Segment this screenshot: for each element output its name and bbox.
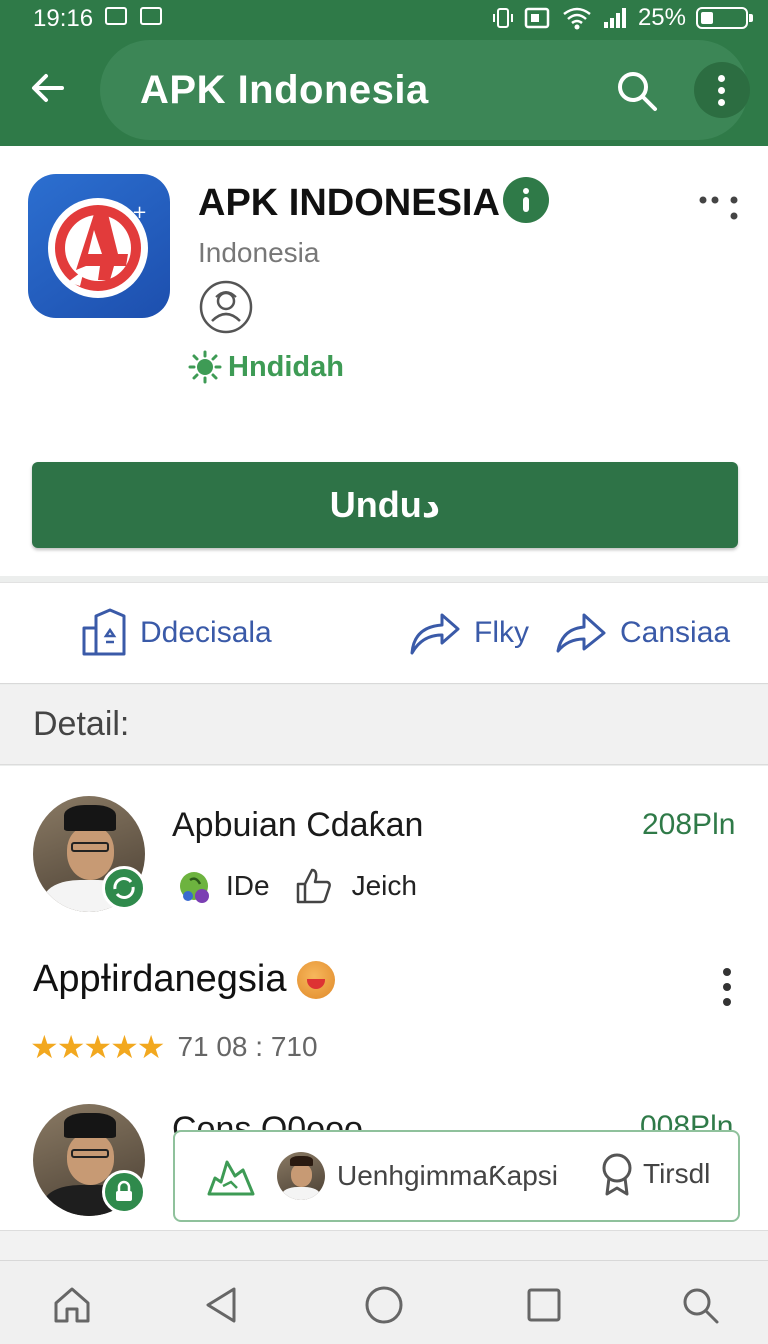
status-label: Hndidah xyxy=(228,350,344,383)
floating-chip[interactable]: UenhgimmaƘapsi Tirsdl xyxy=(173,1130,740,1222)
bottom-divider xyxy=(0,1230,768,1260)
app-header-card: + APK INDONESIA Indonesia Hndidah Unduد xyxy=(0,146,768,576)
more-vert-icon[interactable] xyxy=(694,62,750,118)
person-badge-icon xyxy=(199,280,253,334)
recents-icon[interactable] xyxy=(522,1283,566,1327)
app-name: APK INDONESIA xyxy=(198,182,500,224)
message-icon xyxy=(105,7,127,25)
tag-icon xyxy=(180,872,209,903)
item-tag: IDe xyxy=(226,870,270,901)
search-icon[interactable] xyxy=(678,1283,722,1327)
download-button[interactable]: Unduد xyxy=(32,462,738,548)
share-curve-icon xyxy=(410,613,460,655)
rating-text: 71 08 : 710 xyxy=(177,1031,318,1062)
sun-icon xyxy=(188,350,222,384)
item-meta-label: Jeich xyxy=(351,870,417,901)
app-bar: APK Indonesia xyxy=(0,36,768,146)
action-label: Flky xyxy=(474,616,529,649)
status-time: 19:16 xyxy=(33,5,94,32)
svg-text:+: + xyxy=(132,202,147,223)
status-bar: 19:16 25% xyxy=(0,0,768,36)
action-flky[interactable]: Flky xyxy=(408,583,529,683)
home-icon[interactable] xyxy=(50,1283,94,1327)
verified-badge-icon[interactable] xyxy=(503,177,549,223)
search-icon[interactable] xyxy=(612,66,662,116)
item-meta: IDe Jeich xyxy=(176,866,417,906)
chip-action-label: Tirsdl xyxy=(643,1158,711,1189)
screen-icon xyxy=(524,7,550,29)
wifi-icon xyxy=(563,7,591,30)
app-entry-name: AppƗirdanegsia xyxy=(33,958,287,1000)
activity-icon xyxy=(140,7,162,25)
action-row: Ddecisala Flky Cansiaa xyxy=(0,582,768,684)
chip-label: UenhgimmaƘapsi xyxy=(337,1160,558,1191)
app-bar-title: APK Indonesia xyxy=(140,68,429,112)
thumbs-up-icon[interactable] xyxy=(294,866,334,906)
status-tag: Hndidah xyxy=(188,350,344,384)
emoji-icon xyxy=(296,960,335,999)
chip-avatar xyxy=(277,1152,325,1200)
forward-arrow-icon xyxy=(556,613,606,653)
app-logo-icon: + xyxy=(28,174,170,318)
sync-badge-icon xyxy=(102,866,146,910)
star-rating-icon: ★★★★★ xyxy=(30,1029,165,1065)
item-size: 208Pln xyxy=(642,808,736,841)
developer-name[interactable]: Indonesia xyxy=(198,237,319,269)
action-label: Ddecisala xyxy=(140,616,272,649)
battery-icon xyxy=(696,7,753,29)
rating-row: ★★★★★ 71 08 : 710 xyxy=(30,1028,318,1066)
section-header: Detail: xyxy=(0,685,768,765)
action-cansiaa[interactable]: Cansiaa xyxy=(554,583,730,683)
signal-icon xyxy=(603,8,626,28)
map-outline-icon xyxy=(207,1160,255,1196)
back-triangle-icon[interactable] xyxy=(200,1283,244,1327)
more-horiz-icon[interactable] xyxy=(698,192,742,222)
award-icon xyxy=(602,1153,632,1196)
chip-action[interactable]: Tirsdl xyxy=(599,1152,710,1196)
item-name: Apbuian Cdaƙan xyxy=(172,806,424,844)
app-entry-title: AppƗirdanegsia xyxy=(33,958,335,1001)
home-circle-icon[interactable] xyxy=(362,1283,406,1327)
action-ddecisala[interactable]: Ddecisala xyxy=(80,583,272,683)
more-vert-icon[interactable] xyxy=(720,966,734,1010)
status-indicators: 25% xyxy=(492,4,753,32)
vibrate-icon xyxy=(492,8,513,28)
lock-badge-icon xyxy=(102,1170,146,1214)
battery-percent: 25% xyxy=(637,4,686,31)
section-title: Detail: xyxy=(33,705,130,743)
building-icon xyxy=(82,608,126,656)
back-arrow-icon[interactable] xyxy=(26,66,70,110)
action-label: Cansiaa xyxy=(620,616,731,649)
bottom-nav xyxy=(0,1260,768,1344)
download-label: Unduد xyxy=(329,484,441,525)
